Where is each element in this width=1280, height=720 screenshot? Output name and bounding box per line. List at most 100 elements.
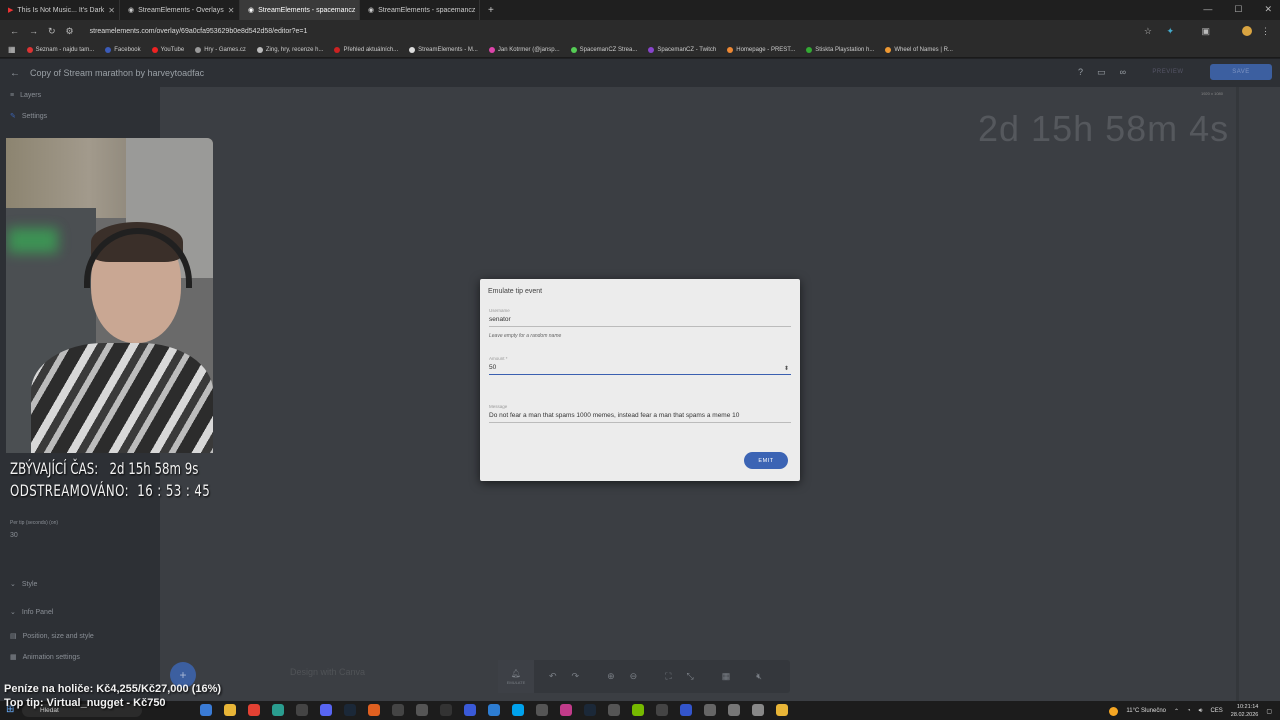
- steam-icon[interactable]: [584, 704, 596, 716]
- settings-row[interactable]: ✎ Settings: [10, 112, 47, 121]
- bookmark[interactable]: SpacemanCZ - Twitch: [648, 46, 716, 53]
- extensions-icon[interactable]: ▣: [1201, 26, 1210, 37]
- steam-icon[interactable]: [344, 704, 356, 716]
- menu-icon[interactable]: ⋮: [1261, 26, 1270, 37]
- apps-icon[interactable]: ▦: [8, 45, 16, 54]
- canvas-scrollbar[interactable]: [1236, 87, 1239, 701]
- save-button[interactable]: SAVE: [1210, 64, 1272, 80]
- app-icon[interactable]: [656, 704, 668, 716]
- bookmark[interactable]: Homepage - PREST...: [727, 46, 795, 53]
- preview-button[interactable]: PREVIEW: [1140, 64, 1196, 80]
- network-icon[interactable]: ◔: [1187, 708, 1191, 714]
- reload-icon[interactable]: ↻: [48, 26, 56, 37]
- language-indicator[interactable]: CES: [1210, 708, 1222, 714]
- layers-row[interactable]: ≡ Layers: [10, 92, 41, 99]
- mute-icon[interactable]: 🔇︎: [756, 671, 762, 682]
- browser-tab[interactable]: ▶ This Is Not Music... It's Dark ✕: [0, 0, 120, 20]
- tray-chevron-icon[interactable]: ⌃: [1174, 708, 1179, 715]
- amount-field[interactable]: Amount * 50 ⬍: [489, 356, 791, 375]
- zoom-in-icon[interactable]: ⊕: [607, 671, 615, 682]
- app-icon[interactable]: [608, 704, 620, 716]
- undo-icon[interactable]: ↶: [549, 671, 557, 682]
- link-icon[interactable]: ∞: [1120, 67, 1126, 77]
- discord-icon[interactable]: [320, 704, 332, 716]
- close-window-icon[interactable]: ✕: [1264, 4, 1272, 15]
- app-icon[interactable]: [776, 704, 788, 716]
- app-icon[interactable]: [440, 704, 452, 716]
- exit-fullscreen-icon[interactable]: ⤡: [687, 671, 694, 682]
- notifications-icon[interactable]: ▢: [1266, 708, 1272, 715]
- bookmark-label: SpacemanCZ Strea...: [579, 46, 638, 53]
- grid-icon[interactable]: ▦: [722, 671, 731, 682]
- bookmark[interactable]: StreamElements - M...: [409, 46, 478, 53]
- canvas-timer-widget[interactable]: 2d 15h 58m 4s: [978, 108, 1229, 150]
- bookmark[interactable]: Seznam - najdu tam...: [26, 46, 94, 53]
- new-tab-button[interactable]: +: [480, 5, 494, 16]
- per-tip-value[interactable]: 30: [10, 532, 18, 539]
- number-spinner-icon[interactable]: ⬍: [784, 365, 789, 372]
- app-icon[interactable]: [200, 704, 212, 716]
- bookmark[interactable]: Facebook: [105, 46, 141, 53]
- info-panel-section[interactable]: ⌄ Info Panel: [10, 608, 53, 617]
- obs-icon[interactable]: [392, 704, 404, 716]
- bookmark[interactable]: Zing, hry, recenze h...: [256, 46, 323, 53]
- weather-text[interactable]: 11°C Slunečno: [1126, 708, 1166, 714]
- forward-icon[interactable]: →: [29, 26, 38, 37]
- app-icon[interactable]: [296, 704, 308, 716]
- close-tab-icon[interactable]: ✕: [228, 6, 235, 15]
- chrome-icon[interactable]: [248, 704, 260, 716]
- site-info-icon[interactable]: ⚙: [66, 26, 74, 37]
- bookmark[interactable]: SpacemanCZ Strea...: [570, 46, 638, 53]
- emulate-button[interactable]: 🔔︎ EMULATE: [498, 660, 534, 693]
- position-row[interactable]: ▤ Position, size and style: [10, 632, 94, 641]
- app-icon[interactable]: [512, 704, 524, 716]
- bookmark[interactable]: Hry - Games.cz: [195, 46, 246, 53]
- app-icon[interactable]: [536, 704, 548, 716]
- edge-icon[interactable]: [272, 704, 284, 716]
- app-icon[interactable]: [368, 704, 380, 716]
- username-field[interactable]: Username senator Leave empty for a rando…: [489, 308, 791, 339]
- canva-button[interactable]: Design with Canva: [290, 667, 365, 677]
- maximize-icon[interactable]: ☐: [1234, 4, 1242, 15]
- taskbar-clock[interactable]: 10:21:14 28.02.2026: [1231, 703, 1259, 719]
- folder-icon[interactable]: [224, 704, 236, 716]
- app-icon[interactable]: [704, 704, 716, 716]
- message-field[interactable]: Message Do not fear a man that spams 100…: [489, 404, 791, 423]
- app-icon[interactable]: [560, 704, 572, 716]
- app-icon[interactable]: [752, 704, 764, 716]
- redo-icon[interactable]: ↷: [572, 671, 580, 682]
- app-icon[interactable]: [680, 704, 692, 716]
- app-icon[interactable]: [728, 704, 740, 716]
- browser-tab[interactable]: ◉ StreamElements - Overlays ✕: [120, 0, 240, 20]
- minimize-icon[interactable]: —: [1203, 4, 1212, 15]
- bookmark[interactable]: Jan Kotrmer (@jansp...: [488, 46, 560, 53]
- extension-icon[interactable]: ✦: [1166, 26, 1174, 37]
- profile-avatar[interactable]: [1242, 26, 1252, 36]
- browser-tab[interactable]: ◉StreamElements - spacemancz✕: [360, 0, 480, 20]
- bookmark[interactable]: Přehled aktuálních...: [334, 46, 398, 53]
- browser-tab-active[interactable]: ◉StreamElements - spacemancz✕: [240, 0, 360, 20]
- back-arrow-icon[interactable]: ←: [0, 68, 30, 79]
- close-tab-icon[interactable]: ✕: [108, 6, 115, 15]
- animation-row[interactable]: ▦ Animation settings: [10, 653, 80, 662]
- fullscreen-icon[interactable]: ⛶: [665, 671, 671, 682]
- app-icon[interactable]: [416, 704, 428, 716]
- help-icon[interactable]: ?: [1078, 67, 1083, 77]
- bookmark[interactable]: Stiskta Playstation h...: [806, 46, 874, 53]
- bookmark[interactable]: YouTube: [151, 46, 184, 53]
- nvidia-icon[interactable]: [632, 704, 644, 716]
- url-field[interactable]: streamelements.com/overlay/69a0cfa953629…: [90, 28, 308, 35]
- back-icon[interactable]: ←: [10, 26, 19, 37]
- bookmark-star-icon[interactable]: ☆: [1144, 26, 1152, 37]
- username-input[interactable]: senator: [489, 316, 791, 323]
- volume-icon[interactable]: 🔊︎: [1199, 708, 1203, 715]
- app-icon[interactable]: [488, 704, 500, 716]
- message-input[interactable]: Do not fear a man that spams 1000 memes,…: [489, 412, 791, 419]
- style-section[interactable]: ⌄ Style: [10, 580, 37, 589]
- emit-button[interactable]: EMIT: [744, 452, 788, 469]
- monitor-icon[interactable]: ▭: [1097, 67, 1106, 78]
- zoom-out-icon[interactable]: ⊖: [630, 671, 638, 682]
- app-icon[interactable]: [464, 704, 476, 716]
- bookmark[interactable]: Wheel of Names | R...: [885, 46, 953, 53]
- amount-input[interactable]: 50: [489, 364, 791, 371]
